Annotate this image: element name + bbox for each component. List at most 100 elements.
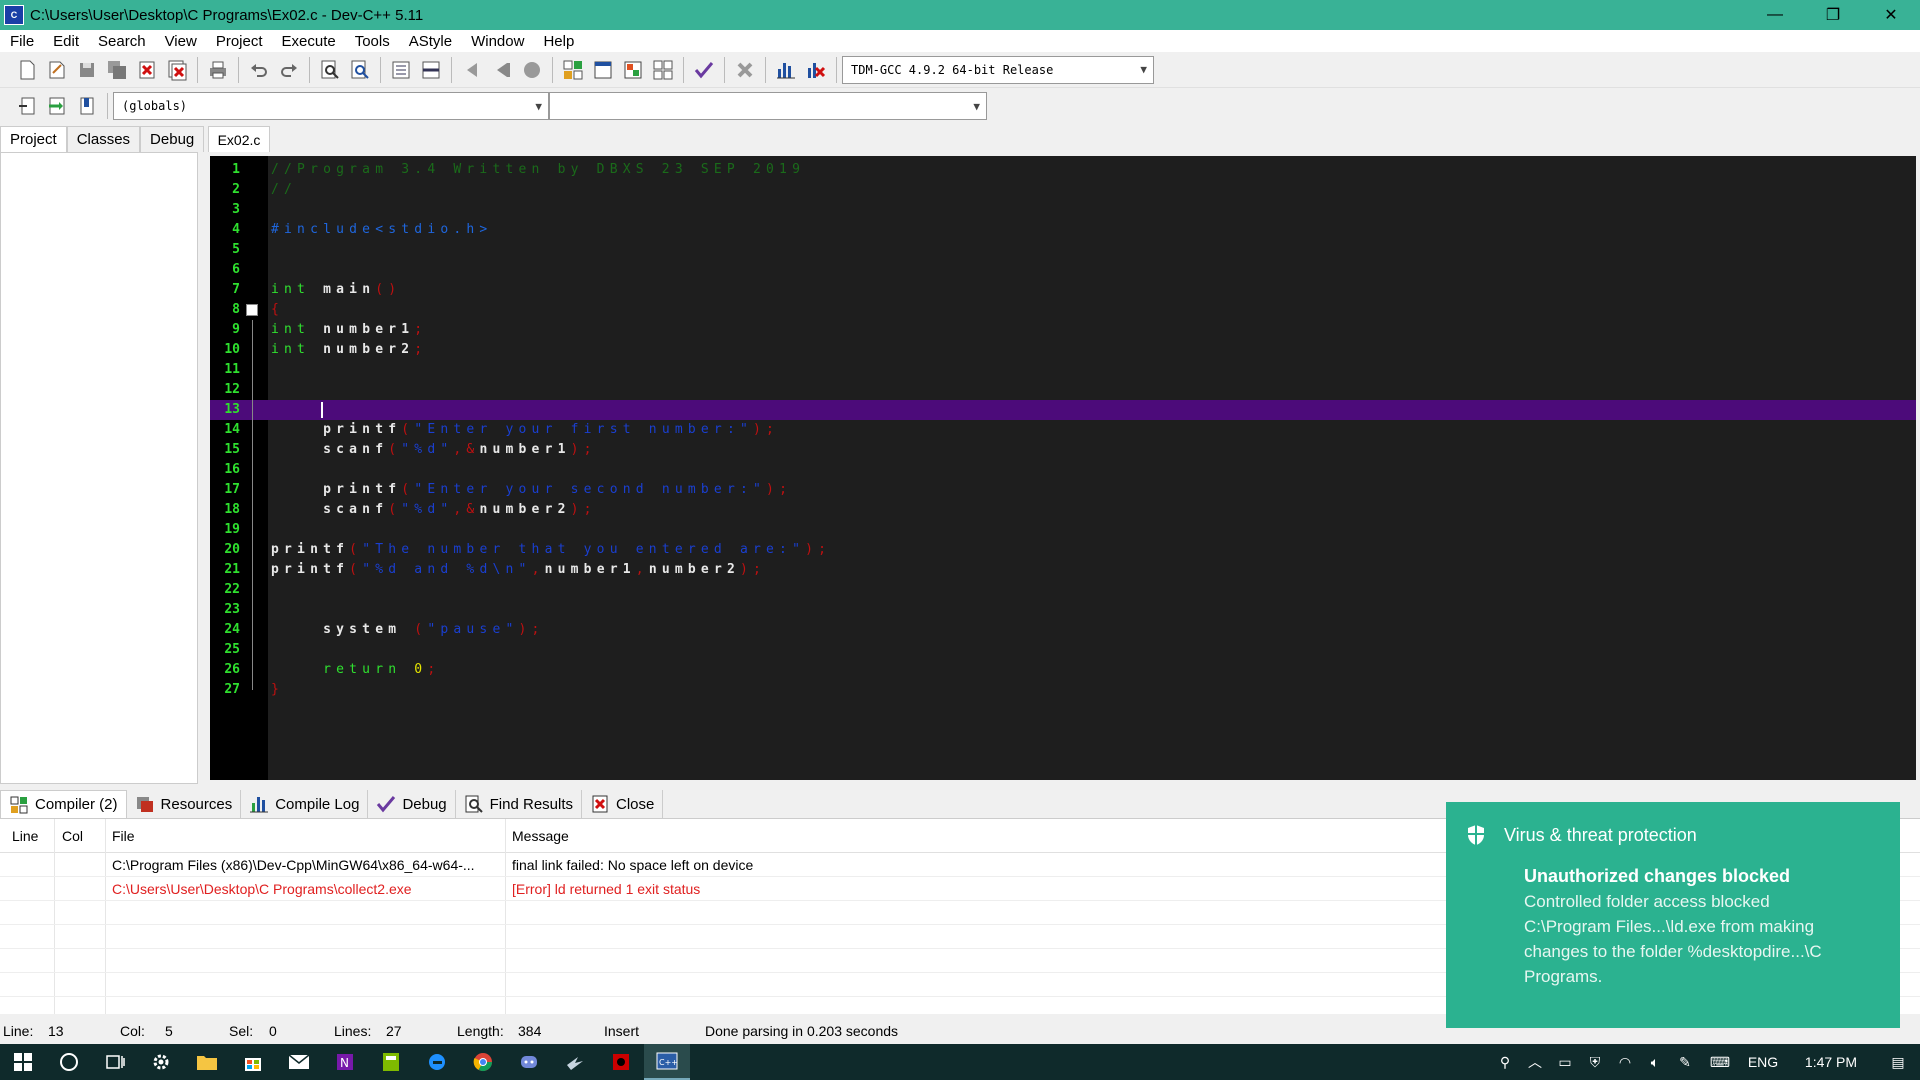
code-line[interactable]: 26 return 0; [210,660,1916,680]
code-line[interactable]: 4 #include<stdio.h> [210,220,1916,240]
compiler-select[interactable]: TDM-GCC 4.9.2 64-bit Release ▼ [842,55,1154,84]
code-line[interactable]: 6 [210,260,1916,280]
replace-icon[interactable] [347,57,373,83]
code-line[interactable]: 1 //Program 3.4 Written by DBXS 23 SEP 20… [210,160,1916,180]
action-center-icon[interactable]: ▤ [1876,1054,1920,1071]
menu-edit[interactable]: Edit [43,33,88,50]
menu-view[interactable]: View [155,33,206,50]
code-line[interactable]: 9 int number1; [210,320,1916,340]
project-tree-panel[interactable] [0,152,198,784]
column-header-message[interactable]: Message [512,828,569,844]
chevron-up-icon[interactable]: ︿ [1520,1052,1550,1072]
code-line[interactable]: 27} [210,680,1916,700]
column-header-col[interactable]: Col [62,828,83,844]
code-line[interactable]: 22 [210,580,1916,600]
close-file-icon[interactable] [134,57,160,83]
tab-find-results[interactable]: Find Results [456,790,583,818]
menu-project[interactable]: Project [206,33,272,50]
code-line[interactable]: 3 [210,200,1916,220]
menu-help[interactable]: Help [533,33,583,50]
code-line[interactable]: 18 scanf("%d",&number2); [210,500,1916,520]
code-line[interactable]: 14 printf("Enter your first number:"); [210,420,1916,440]
unindent-icon[interactable] [418,57,444,83]
column-header-line[interactable]: Line [12,828,38,844]
menu-execute[interactable]: Execute [272,33,345,50]
code-line[interactable]: 19 [210,520,1916,540]
defender-notification[interactable]: Virus & threat protection Unauthorized c… [1446,802,1900,1028]
language-indicator[interactable]: ENG [1740,1054,1786,1070]
delete-profile-icon[interactable] [803,57,829,83]
code-line[interactable]: 10 int number2; [210,340,1916,360]
menu-search[interactable]: Search [88,33,155,50]
people-icon[interactable]: ⚲ [1490,1054,1520,1071]
defender-shield-icon[interactable]: ⛨ [1580,1054,1610,1071]
member-select[interactable]: ▼ [549,92,987,120]
tab-compile-log[interactable]: Compile Log [241,790,369,818]
code-line[interactable]: 23 [210,600,1916,620]
menu-tools[interactable]: Tools [345,33,399,50]
tab-project[interactable]: Project [0,126,67,152]
code-line[interactable]: 20 printf("The number that you entered ar… [210,540,1916,560]
code-line[interactable]: 21 printf("%d and %d\n",number1,number2); [210,560,1916,580]
code-editor[interactable]: 1 //Program 3.4 Written by DBXS 23 SEP 20… [210,156,1916,780]
devcpp-taskbar-button[interactable]: C++ [644,1044,690,1080]
grid-icon[interactable] [650,57,676,83]
toggle-comment-icon[interactable] [519,57,545,83]
tab-compiler[interactable]: Compiler (2) [0,790,127,818]
minimize-button[interactable]: — [1746,0,1804,30]
close-button[interactable]: ✕ [1862,0,1920,30]
bookmark-prev-icon[interactable] [459,57,485,83]
tab-debug[interactable]: Debug [140,126,205,152]
file-explorer-button[interactable] [184,1044,230,1080]
code-line[interactable]: 13 [210,400,1916,420]
insert-icon[interactable] [14,93,40,119]
scope-select[interactable]: (globals) ▼ [113,92,549,120]
keyboard-icon[interactable]: ⌨ [1700,1054,1740,1071]
tab-close[interactable]: Close [582,790,664,818]
print-icon[interactable] [205,57,231,83]
code-line[interactable]: 5 [210,240,1916,260]
onenote-button[interactable]: N [322,1044,368,1080]
wifi-icon[interactable]: ◠ [1610,1054,1640,1071]
code-line[interactable]: 12 [210,380,1916,400]
save-icon[interactable] [74,57,100,83]
stop-execution-icon[interactable] [732,57,758,83]
menu-window[interactable]: Window [461,33,533,50]
restore-button[interactable]: ❐ [1804,0,1862,30]
start-button[interactable] [0,1044,46,1080]
code-line[interactable]: 25 [210,640,1916,660]
clock[interactable]: 1:47 PM [1786,1054,1876,1070]
code-line[interactable]: 7 int main() [210,280,1916,300]
profile-chart-icon[interactable] [773,57,799,83]
menu-astyle[interactable]: AStyle [399,33,461,50]
tab-debug-output[interactable]: Debug [368,790,456,818]
steam-button[interactable] [552,1044,598,1080]
store-button[interactable] [230,1044,276,1080]
discord-button[interactable] [506,1044,552,1080]
open-file-icon[interactable] [44,57,70,83]
chrome-button[interactable] [460,1044,506,1080]
code-line[interactable]: 16 [210,460,1916,480]
menu-file[interactable]: File [0,33,43,50]
save-all-icon[interactable] [104,57,130,83]
mail-button[interactable] [276,1044,322,1080]
tab-ex02-c[interactable]: Ex02.c [208,126,270,152]
cortana-search-button[interactable] [46,1044,92,1080]
code-line[interactable]: 17 printf("Enter your second number:"); [210,480,1916,500]
undo-icon[interactable] [246,57,272,83]
toggle-bookmark-icon[interactable] [74,93,100,119]
column-header-file[interactable]: File [112,828,135,844]
volume-icon[interactable]: 🔈︎ [1640,1054,1670,1071]
game-app-button[interactable] [598,1044,644,1080]
new-file-icon[interactable] [14,57,40,83]
redo-icon[interactable] [276,57,302,83]
check-syntax-icon[interactable] [691,57,717,83]
project-layout-icon[interactable] [560,57,586,83]
tab-resources[interactable]: Resources [127,790,242,818]
calculator-button[interactable] [368,1044,414,1080]
code-line[interactable]: 15 scanf("%d",&number1); [210,440,1916,460]
code-line[interactable]: 8{ [210,300,1916,320]
indent-icon[interactable] [388,57,414,83]
code-line[interactable]: 11 [210,360,1916,380]
fold-toggle-icon[interactable] [246,304,258,316]
